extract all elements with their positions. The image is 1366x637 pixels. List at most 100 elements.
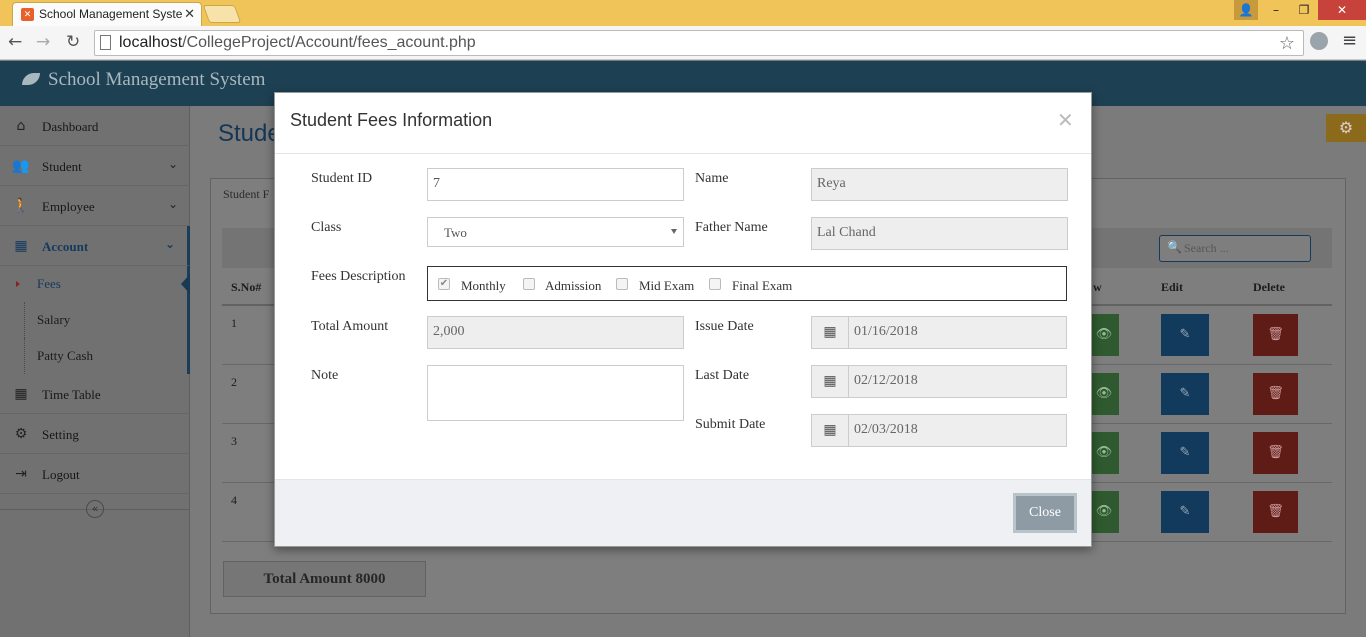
modal-header: Student Fees Information ✕	[275, 93, 1091, 154]
sidebar-item-student[interactable]: 👥 Student ⌄	[0, 146, 190, 186]
chevron-down-icon: ⌄	[164, 237, 175, 251]
total-amount-box: Total Amount 8000	[223, 561, 426, 597]
submit-date-field[interactable]: 02/03/2018	[848, 414, 1067, 447]
back-icon[interactable]: ←	[8, 32, 22, 52]
table-cell-sno: 2	[231, 375, 237, 389]
note-textarea[interactable]	[427, 365, 684, 421]
monthly-checkbox[interactable]: ✔	[438, 278, 450, 290]
edit-button[interactable]: ✎	[1161, 373, 1209, 415]
address-bar[interactable]: localhost/CollegeProject/Account/fees_ac…	[94, 30, 1304, 56]
calendar-icon[interactable]: ▦	[811, 414, 849, 447]
student-id-field[interactable]: 7	[427, 168, 684, 201]
sidebar-item-setting[interactable]: ⚙ Setting	[0, 414, 190, 454]
father-name-field[interactable]: Lal Chand	[811, 217, 1068, 250]
sidebar-item-label: Student	[42, 159, 82, 174]
sidebar-item-time-table[interactable]: ▦ Time Table	[0, 374, 190, 414]
admission-checkbox[interactable]	[523, 278, 535, 290]
view-button[interactable]: 👁	[1089, 314, 1119, 356]
fees-modal: Student Fees Information ✕ Student ID 7 …	[274, 92, 1092, 547]
column-header-edit[interactable]: Edit	[1161, 280, 1183, 295]
final-exam-label: Final Exam	[732, 278, 793, 293]
class-select[interactable]: Two	[427, 217, 684, 247]
modal-footer: Close	[275, 479, 1091, 546]
sidebar-item-label: Employee	[42, 199, 95, 214]
sidebar-subitem-label: Salary	[37, 312, 71, 327]
submit-date-label: Submit Date	[695, 417, 766, 432]
total-amount-field[interactable]: 2,000	[427, 316, 684, 349]
gear-icon: ⚙	[14, 426, 28, 442]
home-icon: ⌂	[16, 118, 26, 134]
tree-line	[24, 302, 25, 338]
view-button[interactable]: 👁	[1089, 491, 1119, 533]
class-label: Class	[311, 220, 342, 235]
panel-tab[interactable]: Student F	[213, 178, 283, 210]
delete-button[interactable]: 🗑	[1253, 373, 1298, 415]
bookmark-star-icon[interactable]: ☆	[1279, 33, 1295, 54]
mid-exam-checkbox[interactable]	[616, 278, 628, 290]
delete-button[interactable]: 🗑	[1253, 491, 1298, 533]
sidebar-item-dashboard[interactable]: ⌂ Dashboard	[0, 106, 190, 146]
user-icon[interactable]: 👤	[1234, 0, 1258, 20]
column-header-view[interactable]: w	[1093, 280, 1102, 295]
edit-button[interactable]: ✎	[1161, 314, 1209, 356]
app-title: School Management System	[48, 69, 266, 90]
reload-icon[interactable]: ↻	[66, 32, 80, 52]
collapse-sidebar-icon[interactable]: «	[86, 500, 104, 518]
close-window-button[interactable]: ✕	[1318, 0, 1366, 20]
search-input[interactable]: 🔍 Search ...	[1159, 235, 1311, 262]
name-field[interactable]: Reya	[811, 168, 1068, 201]
sidebar-item-label: Setting	[42, 427, 79, 442]
view-button[interactable]: 👁	[1089, 373, 1119, 415]
restore-button[interactable]: ❐	[1290, 0, 1318, 20]
url-host: localhost	[119, 34, 183, 51]
note-label: Note	[311, 368, 339, 383]
issue-date-field[interactable]: 01/16/2018	[848, 316, 1067, 349]
sidebar: ⌂ Dashboard 👥 Student ⌄ 🚶 Employee ⌄ ▦ Account…	[0, 106, 190, 637]
total-amount-label: Total Amount	[311, 319, 389, 334]
menu-icon[interactable]: ≡	[1342, 30, 1357, 51]
calendar-icon[interactable]: ▦	[811, 365, 849, 398]
view-button[interactable]: 👁	[1089, 432, 1119, 474]
student-id-label: Student ID	[311, 171, 373, 186]
delete-button[interactable]: 🗑	[1253, 314, 1298, 356]
close-tab-icon[interactable]: ✕	[184, 6, 195, 22]
leaf-icon	[22, 73, 40, 85]
column-header-delete[interactable]: Delete	[1253, 280, 1285, 295]
issue-date-label: Issue Date	[695, 319, 754, 334]
edit-button[interactable]: ✎	[1161, 432, 1209, 474]
close-button[interactable]: Close	[1013, 493, 1077, 533]
calendar-icon: ▦	[14, 386, 28, 402]
tab-title: School Management Syste	[39, 7, 183, 21]
browser-titlebar: ✕ School Management Syste ✕ 👤 – ❐ ✕	[0, 0, 1366, 26]
last-date-label: Last Date	[695, 368, 750, 383]
calendar-icon[interactable]: ▦	[811, 316, 849, 349]
table-cell-sno: 3	[231, 434, 237, 448]
bullet-icon	[16, 281, 20, 287]
extension-icon[interactable]	[1310, 32, 1328, 50]
settings-gear-button[interactable]: ⚙	[1326, 114, 1366, 142]
column-header-sno[interactable]: S.No#	[231, 280, 261, 295]
edit-button[interactable]: ✎	[1161, 491, 1209, 533]
sidebar-subitem-salary[interactable]: Salary	[0, 302, 190, 338]
forward-icon[interactable]: →	[36, 32, 50, 52]
sidebar-subitem-fees[interactable]: Fees	[0, 266, 190, 302]
sidebar-subitem-patty-cash[interactable]: Patty Cash	[0, 338, 190, 374]
chevron-down-icon	[671, 229, 677, 234]
sidebar-item-employee[interactable]: 🚶 Employee ⌄	[0, 186, 190, 226]
delete-button[interactable]: 🗑	[1253, 432, 1298, 474]
sidebar-item-logout[interactable]: ⇥ Logout	[0, 454, 190, 494]
table-icon: ▦	[14, 238, 28, 254]
employee-icon: 🚶	[12, 198, 30, 214]
table-cell-sno: 4	[231, 493, 237, 507]
final-exam-checkbox[interactable]	[709, 278, 721, 290]
sidebar-subitem-label: Fees	[37, 276, 61, 291]
table-cell-sno: 1	[231, 316, 237, 330]
sidebar-item-label: Dashboard	[42, 119, 99, 134]
minimize-button[interactable]: –	[1262, 0, 1290, 20]
sidebar-item-account[interactable]: ▦ Account ⌄	[0, 226, 190, 266]
close-icon[interactable]: ✕	[1057, 108, 1074, 132]
last-date-field[interactable]: 02/12/2018	[848, 365, 1067, 398]
app-logo[interactable]: School Management System	[22, 69, 265, 91]
new-tab-button[interactable]	[202, 5, 242, 23]
browser-tab[interactable]: ✕ School Management Syste ✕	[12, 2, 202, 26]
